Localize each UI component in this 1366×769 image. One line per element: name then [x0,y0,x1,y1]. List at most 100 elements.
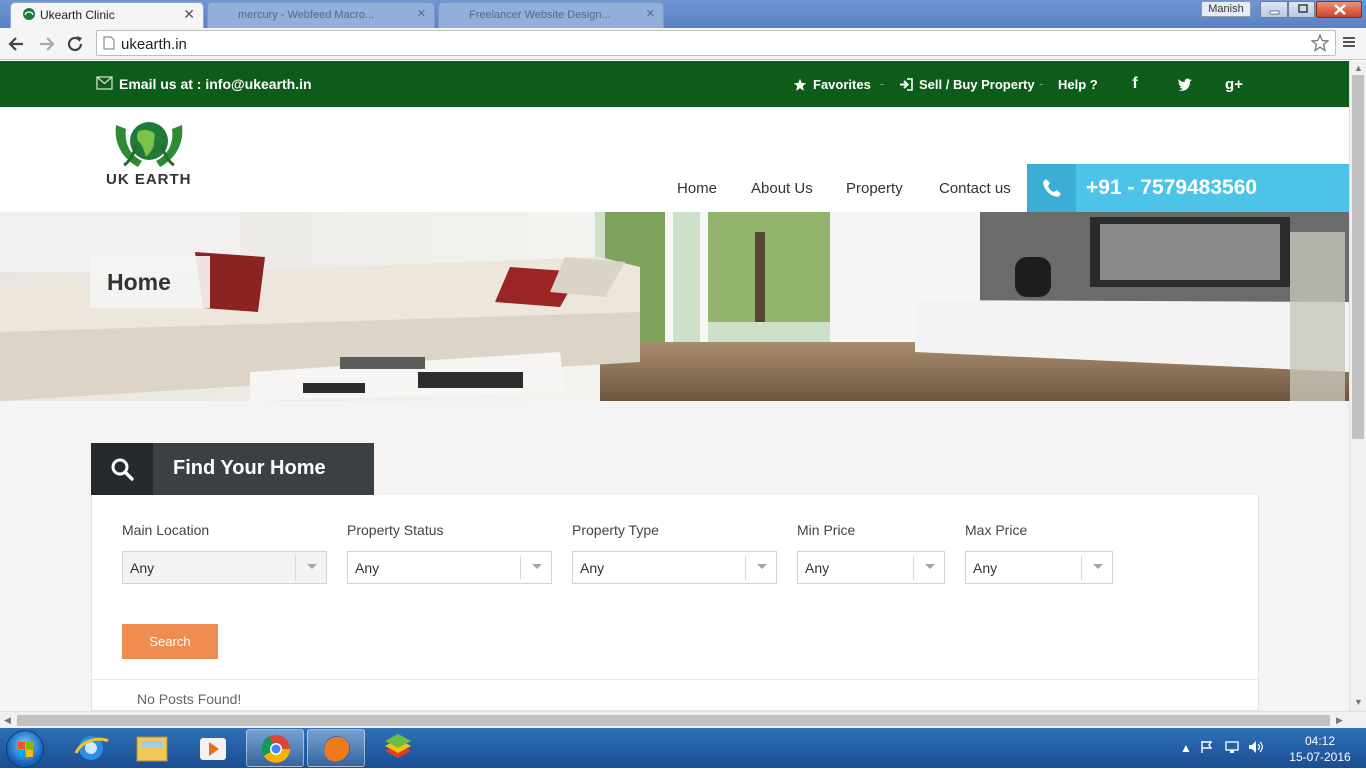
select-value: Any [580,560,605,576]
media-player-icon[interactable] [184,729,242,767]
phone-contact-box[interactable]: +91 - 7579483560 [1027,164,1349,212]
find-title-box: Find Your Home [153,443,374,495]
chevron-down-icon [925,564,935,569]
scroll-down-icon[interactable]: ▼ [1354,697,1363,707]
chrome-menu-icon[interactable] [1342,35,1356,49]
url-text: ukearth.in [121,36,187,53]
page-title: Home [107,269,171,295]
flag-icon[interactable] [1200,740,1214,754]
scroll-thumb[interactable] [17,715,1330,726]
separator: - [1039,76,1044,91]
facebook-icon[interactable]: f [1125,74,1145,94]
select-divider [913,556,914,580]
clock-time: 04:12 [1304,734,1336,748]
tab-title: Freelancer Website Design... [469,9,611,21]
close-icon[interactable]: ✕ [183,6,195,23]
chevron-down-icon [307,564,317,569]
scroll-left-icon[interactable]: ◀ [4,715,11,726]
favorites-link[interactable]: Favorites [793,77,871,92]
maximize-button[interactable] [1288,1,1315,18]
reload-icon[interactable] [64,33,86,55]
bookmark-star-icon[interactable] [1311,34,1329,52]
sell-buy-label: Sell / Buy Property [919,77,1035,92]
property-status-label: Property Status [347,522,444,538]
network-icon[interactable] [1225,740,1239,754]
select-value: Any [355,560,380,576]
vertical-scrollbar[interactable]: ▲ ▼ [1349,61,1366,711]
minimize-button[interactable] [1260,1,1288,18]
max-price-label: Max Price [965,522,1028,538]
horizontal-scrollbar[interactable]: ◀ ▶ [0,711,1366,728]
select-divider [295,556,296,580]
nav-about-us[interactable]: About Us [751,180,813,197]
select-value: Any [805,560,830,576]
internet-explorer-icon[interactable] [62,729,120,767]
windows-taskbar: ▲ 04:12 15-07-2016 [0,728,1366,768]
close-icon[interactable]: ✕ [646,7,655,20]
profile-badge[interactable]: Manish [1201,1,1251,17]
envelope-icon [96,76,113,90]
nav-home[interactable]: Home [677,180,717,197]
property-status-select[interactable]: Any [347,551,552,584]
system-clock[interactable]: 04:12 15-07-2016 [1280,733,1360,765]
chrome-icon[interactable] [246,729,304,767]
close-icon[interactable]: ✕ [417,7,426,20]
twitter-icon[interactable] [1175,74,1195,94]
tab-title: Ukearth Clinic [40,8,115,22]
hero-title-box: Home [90,256,210,308]
page-icon [103,36,115,50]
top-contact-bar: Email us at : info@ukearth.in Favorites … [0,61,1349,107]
chevron-down-icon [532,564,542,569]
select-value: Any [130,560,155,576]
hero-banner: Home [0,212,1349,401]
property-type-select[interactable]: Any [572,551,777,584]
star-icon [793,78,807,91]
search-button[interactable]: Search [122,624,218,659]
address-bar[interactable]: ukearth.in [96,30,1336,56]
favorites-label: Favorites [813,77,871,92]
email-contact[interactable]: Email us at : info@ukearth.in [119,76,312,92]
tab-mercury[interactable]: mercury - Webfeed Macro... ✕ [207,2,435,28]
back-arrow-icon[interactable] [6,33,28,55]
volume-icon[interactable] [1248,740,1264,754]
nav-contact-us[interactable]: Contact us [939,180,1011,197]
min-price-select[interactable]: Any [797,551,945,584]
firefox-icon[interactable] [307,729,365,767]
separator: - [880,76,885,91]
tab-ukearth[interactable]: Ukearth Clinic ✕ [10,2,204,28]
windows-start-icon[interactable] [6,730,44,768]
chevron-down-icon [757,564,767,569]
find-your-home-header: Find Your Home [91,443,374,495]
tab-title: mercury - Webfeed Macro... [238,9,375,21]
show-hidden-icons[interactable]: ▲ [1180,741,1192,755]
scroll-right-icon[interactable]: ▶ [1336,715,1343,726]
scroll-up-icon[interactable]: ▲ [1354,63,1363,73]
window-close-button[interactable] [1316,1,1362,18]
find-your-home-title: Find Your Home [173,457,326,479]
phone-icon [1027,164,1076,212]
scroll-thumb[interactable] [1352,75,1364,439]
main-location-select[interactable]: Any [122,551,327,584]
nav-property[interactable]: Property [846,180,903,197]
browser-titlebar: Ukearth Clinic ✕ mercury - Webfeed Macro… [0,0,1366,28]
no-results-message: No Posts Found! [137,691,242,707]
min-price-label: Min Price [797,522,856,538]
select-divider [520,556,521,580]
clock-date: 15-07-2016 [1289,750,1351,764]
help-link[interactable]: Help ? [1058,77,1098,92]
forward-arrow-icon[interactable] [35,33,57,55]
property-search-panel: Main Location Any Property Status Any Pr… [91,495,1259,711]
divider [92,679,1258,680]
property-type-label: Property Type [572,522,659,538]
sign-in-icon [900,78,913,91]
max-price-select[interactable]: Any [965,551,1113,584]
chevron-down-icon [1093,564,1103,569]
ukearth-favicon [23,8,35,20]
web-page: Email us at : info@ukearth.in Favorites … [0,61,1349,711]
tab-freelancer[interactable]: Freelancer Website Design... ✕ [438,2,664,28]
file-explorer-icon[interactable] [123,729,181,767]
main-location-label: Main Location [122,522,210,538]
bluestacks-icon[interactable] [369,729,427,767]
google-plus-icon[interactable]: g+ [1224,74,1244,94]
sell-buy-property-link[interactable]: Sell / Buy Property [899,77,1035,92]
